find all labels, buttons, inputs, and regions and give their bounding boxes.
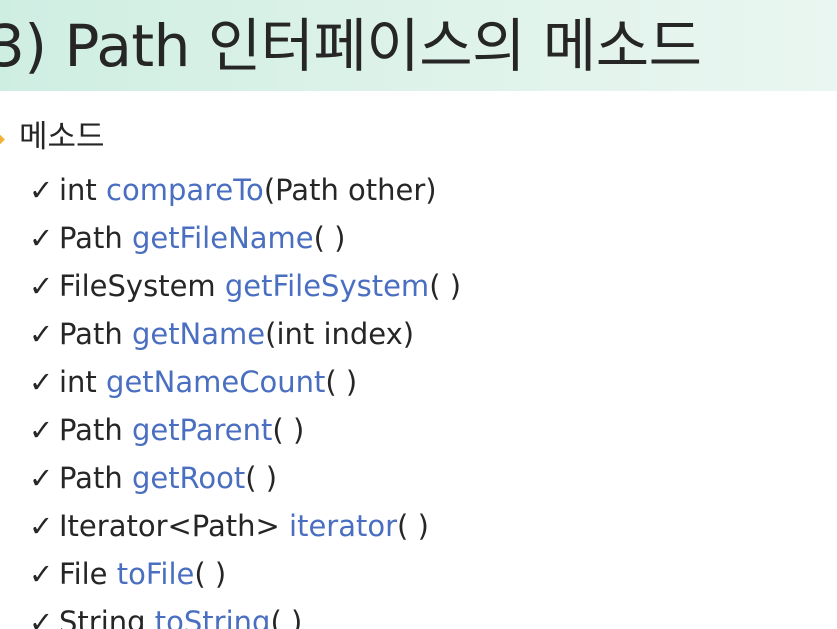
method-args: (Path other) (263, 173, 437, 207)
checkmark-icon: ✓ (29, 269, 54, 303)
method-name: compareTo (106, 173, 264, 207)
method-list: ✓ int compareTo(Path other) ✓ Path getFile… (29, 166, 461, 629)
checkmark-icon: ✓ (29, 605, 54, 629)
method-item: ✓ Path getRoot( ) (29, 454, 461, 502)
method-item: ✓ int compareTo(Path other) (29, 166, 461, 214)
checkmark-icon: ✓ (29, 365, 54, 399)
method-item: ✓ Path getParent( ) (29, 406, 461, 454)
slide-title: 3) Path 인터페이스의 메소드 (0, 12, 702, 80)
method-item: ✓ int getNameCount( ) (29, 358, 461, 406)
method-item: ✓ Iterator<Path> iterator( ) (29, 502, 461, 550)
return-type: File (59, 557, 117, 591)
method-args: ( ) (245, 461, 278, 495)
method-args: ( ) (272, 413, 305, 447)
method-name: iterator (289, 509, 398, 543)
method-name: getName (131, 317, 266, 351)
method-item: ✓ Path getName(int index) (29, 310, 461, 358)
method-args: ( ) (325, 365, 358, 399)
method-item: ✓ FileSystem getFileSystem( ) (29, 262, 461, 310)
return-type: Path (59, 413, 132, 447)
method-args: ( ) (270, 605, 303, 629)
method-name: getFileName (131, 221, 314, 255)
method-item: ✓ File toFile( ) (29, 550, 461, 598)
checkmark-icon: ✓ (29, 173, 54, 207)
method-args: ( ) (313, 221, 346, 255)
checkmark-icon: ✓ (29, 317, 54, 351)
section-heading: 메소드 (19, 119, 105, 155)
method-name: toFile (116, 557, 195, 591)
return-type: int (59, 173, 107, 207)
method-name: getParent (131, 413, 273, 447)
return-type: Iterator<Path> (59, 509, 290, 543)
method-args: ( ) (429, 269, 462, 303)
return-type: Path (59, 317, 132, 351)
return-type: FileSystem (59, 269, 225, 303)
method-args: ( ) (194, 557, 227, 591)
method-args: ( ) (397, 509, 429, 543)
checkmark-icon: ✓ (29, 557, 54, 591)
checkmark-icon: ✓ (29, 509, 54, 543)
return-type: Path (59, 461, 132, 495)
checkmark-icon: ✓ (29, 413, 54, 447)
method-item: ✓ Path getFileName( ) (29, 214, 461, 262)
method-args: (int index) (265, 317, 415, 351)
checkmark-icon: ✓ (29, 461, 54, 495)
return-type: int (59, 365, 107, 399)
return-type: String (59, 605, 155, 629)
bullet-diamond-icon (0, 133, 5, 146)
checkmark-icon: ✓ (29, 221, 54, 255)
method-list-viewport: ✓ int compareTo(Path other) ✓ Path getFile… (0, 160, 837, 629)
method-item: ✓ String toString( ) (29, 598, 461, 629)
method-name: getNameCount (106, 365, 326, 399)
return-type: Path (59, 221, 132, 255)
method-name: getRoot (131, 461, 246, 495)
method-name: getFileSystem (224, 269, 430, 303)
method-name: toString (154, 605, 271, 629)
